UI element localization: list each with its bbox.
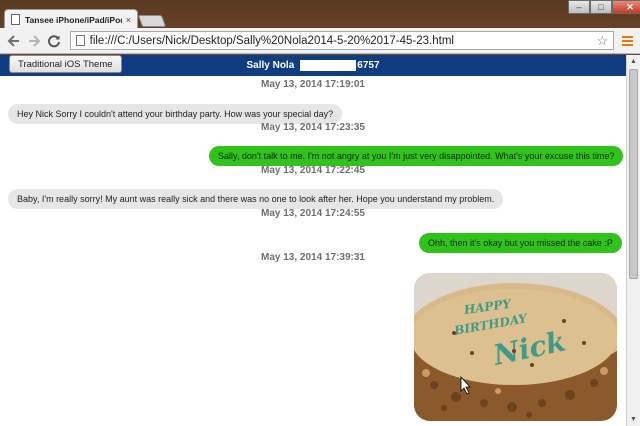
back-button[interactable] bbox=[4, 31, 24, 51]
vertical-scrollbar[interactable]: ▲ ▼ bbox=[626, 55, 640, 426]
browser-menu-button[interactable] bbox=[618, 32, 636, 50]
cake-image: HAPPY BIRTHDAY Nick bbox=[414, 273, 617, 421]
contact-name: Sally Nola bbox=[246, 60, 295, 71]
minimize-button[interactable]: – bbox=[568, 0, 590, 14]
conversation-header: Traditional iOS Theme Sally Nola 6757 bbox=[0, 55, 626, 76]
forward-arrow-icon bbox=[28, 34, 41, 47]
traditional-ios-theme-button[interactable]: Traditional iOS Theme bbox=[9, 55, 122, 73]
scrollbar-thumb[interactable] bbox=[629, 69, 638, 279]
contact-number-suffix: 6757 bbox=[357, 60, 380, 71]
browser-tab[interactable]: Tansee iPhone/iPad/iPod × bbox=[4, 9, 138, 29]
birthday-cake-photo[interactable]: HAPPY BIRTHDAY Nick bbox=[414, 273, 617, 421]
tab-close-icon[interactable]: × bbox=[126, 15, 131, 25]
message-timestamp: May 13, 2014 17:22:45 bbox=[261, 165, 365, 176]
maximize-button[interactable]: □ bbox=[590, 0, 612, 14]
close-window-button[interactable]: ✕ bbox=[612, 0, 640, 14]
browser-toolbar: file:///C:/Users/Nick/Desktop/Sally%20No… bbox=[0, 28, 640, 54]
forward-button[interactable] bbox=[24, 31, 44, 51]
address-bar[interactable]: file:///C:/Users/Nick/Desktop/Sally%20No… bbox=[69, 31, 615, 50]
page-viewport: Traditional iOS Theme Sally Nola 6757 Ma… bbox=[0, 55, 626, 426]
message-timestamp: May 13, 2014 17:24:55 bbox=[261, 208, 365, 219]
page-icon bbox=[11, 14, 20, 25]
reload-icon bbox=[47, 34, 60, 47]
outgoing-message: Ohh, then it's okay but you missed the c… bbox=[419, 233, 622, 253]
redacted-number bbox=[300, 60, 357, 71]
contact-title: Sally Nola 6757 bbox=[246, 60, 380, 71]
url-text[interactable]: file:///C:/Users/Nick/Desktop/Sally%20No… bbox=[90, 35, 597, 47]
file-icon bbox=[75, 35, 85, 46]
window-controls: – □ ✕ bbox=[568, 0, 640, 14]
browser-titlebar: Tansee iPhone/iPad/iPod × – □ ✕ bbox=[0, 0, 640, 29]
menu-icon-line bbox=[621, 39, 633, 42]
incoming-message: Hey Nick Sorry I couldn't attend your bi… bbox=[8, 104, 343, 124]
tab-title: Tansee iPhone/iPad/iPod bbox=[25, 14, 122, 25]
outgoing-message: Sally, don't talk to me. I'm not angry a… bbox=[209, 146, 624, 166]
scroll-down-arrow-icon[interactable]: ▼ bbox=[627, 413, 640, 426]
message-timestamp: May 13, 2014 17:23:35 bbox=[261, 122, 365, 133]
new-tab-button[interactable] bbox=[137, 15, 167, 27]
reload-button[interactable] bbox=[44, 31, 64, 51]
back-arrow-icon bbox=[7, 34, 19, 47]
menu-icon-line bbox=[621, 43, 633, 46]
message-timestamp: May 13, 2014 17:19:01 bbox=[261, 79, 365, 90]
scroll-up-arrow-icon[interactable]: ▲ bbox=[627, 55, 640, 68]
incoming-message: Baby, I'm really sorry! My aunt was real… bbox=[8, 189, 504, 209]
bookmark-star-icon[interactable]: ☆ bbox=[596, 33, 608, 49]
message-timestamp: May 13, 2014 17:39:31 bbox=[261, 252, 365, 263]
menu-icon-line bbox=[621, 35, 633, 38]
